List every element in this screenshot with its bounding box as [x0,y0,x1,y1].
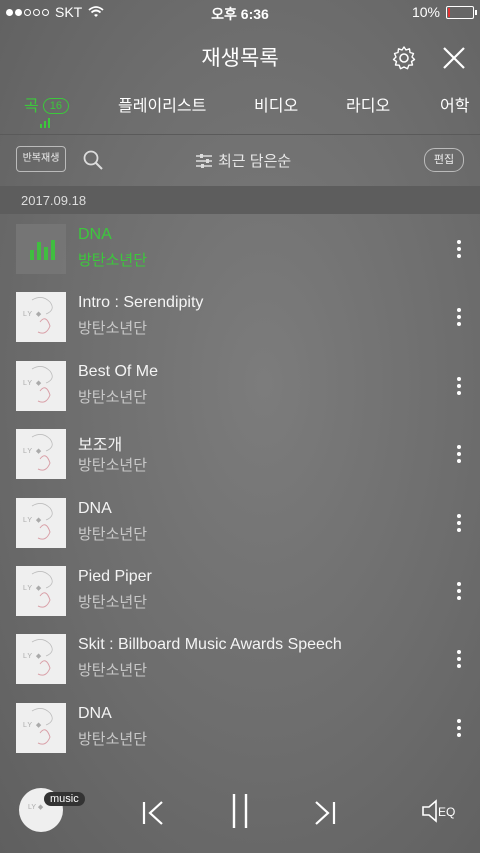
tab-language[interactable]: 어학 [440,92,469,116]
previous-icon[interactable] [142,800,164,826]
close-icon[interactable] [440,44,468,72]
song-title: DNA [78,499,112,517]
more-options-icon[interactable] [455,650,463,669]
album-art: LY ◆ [16,292,66,343]
battery-icon [446,5,477,19]
date-label: 2017.09.18 [21,193,87,208]
title-bar: 재생목록 [0,36,480,80]
repeat-button[interactable]: 반복재생 [16,146,66,172]
song-artist: 방탄소년단 [78,320,148,338]
song-title: Intro : Serendipity [78,294,204,312]
song-row[interactable]: DNA 방탄소년단 [0,214,480,282]
edit-button[interactable]: 편집 [424,148,464,172]
song-artist: 방탄소년단 [78,525,148,543]
gear-icon[interactable] [390,44,418,72]
music-badge: music [44,792,85,806]
album-art [16,224,66,274]
song-list: DNA 방탄소년단 LY ◆ Intro : Serendipity 방탄소년단 LY ◆… [0,214,480,761]
song-row[interactable]: LY ◆ DNA 방탄소년단 [0,488,480,556]
tab-songs[interactable]: 곡 16 [24,92,69,116]
eq-label: EQ [438,805,456,819]
more-options-icon[interactable] [455,240,463,258]
more-options-icon[interactable] [455,513,463,532]
date-header: 2017.09.18 [0,186,480,214]
tab-bar: 곡 16 플레이리스트 비디오 라디오 어학 [0,90,480,135]
song-artist: 방탄소년단 [78,252,148,269]
song-title: 보조개 [78,437,123,455]
song-row[interactable]: LY ◆ Best Of Me 방탄소년단 [0,351,480,419]
status-time: 오후 6:36 [211,6,269,22]
more-options-icon[interactable] [455,308,463,327]
tab-songs-label: 곡 [24,98,39,115]
more-options-icon[interactable] [455,445,463,464]
search-icon[interactable] [82,149,104,171]
tab-video[interactable]: 비디오 [254,92,298,116]
battery-percent: 10% [411,4,440,20]
song-title: Skit : Billboard Music Awards Speech [78,636,342,654]
album-art: LY ◆ [16,565,66,616]
song-row[interactable]: LY ◆ 보조개방탄소년단 [0,419,480,487]
song-title: DNA [78,226,112,243]
album-art: LY ◆ [16,634,66,685]
song-artist: 방탄소년단 [78,662,148,680]
status-bar: SKT 오후 6:36 10% [0,0,480,24]
more-options-icon[interactable] [455,718,463,737]
equalizer-button[interactable]: EQ [420,798,460,824]
song-row[interactable]: LY ◆ Pied Piper 방탄소년단 [0,556,480,624]
album-art: LY ◆ [16,497,66,548]
song-title: Best Of Me [78,362,159,380]
list-toolbar: 반복재생 최근 담은순 편집 [0,135,480,185]
song-count-badge: 16 [42,98,69,114]
song-title: DNA [78,704,112,722]
now-playing-bars-icon [40,118,50,128]
more-options-icon[interactable] [455,581,463,600]
song-artist: 방탄소년단 [78,730,148,748]
playing-eq-icon [30,238,55,260]
mini-player: LY ◆ music EQ [0,770,480,853]
song-title: Pied Piper [78,567,152,585]
sort-label: 최근 담은순 [218,153,292,170]
tab-radio[interactable]: 라디오 [346,92,390,116]
song-row[interactable]: LY ◆ Intro : Serendipity 방탄소년단 [0,282,480,350]
album-art: LY ◆ [16,702,66,753]
song-artist: 방탄소년단 [78,593,148,611]
sort-selector[interactable]: 최근 담은순 [196,150,291,171]
tab-playlists[interactable]: 플레이리스트 [118,92,206,116]
more-options-icon[interactable] [455,376,463,395]
pause-icon[interactable] [231,794,249,828]
album-art: LY ◆ [16,429,66,480]
song-row[interactable]: LY ◆ DNA 방탄소년단 [0,693,480,761]
song-row[interactable]: LY ◆ Skit : Billboard Music Awards Speech… [0,624,480,692]
song-artist: 방탄소년단 [78,388,148,406]
album-art: LY ◆ [16,360,66,411]
sliders-icon [196,153,212,168]
next-icon[interactable] [314,800,336,826]
song-artist: 방탄소년단 [78,457,148,475]
